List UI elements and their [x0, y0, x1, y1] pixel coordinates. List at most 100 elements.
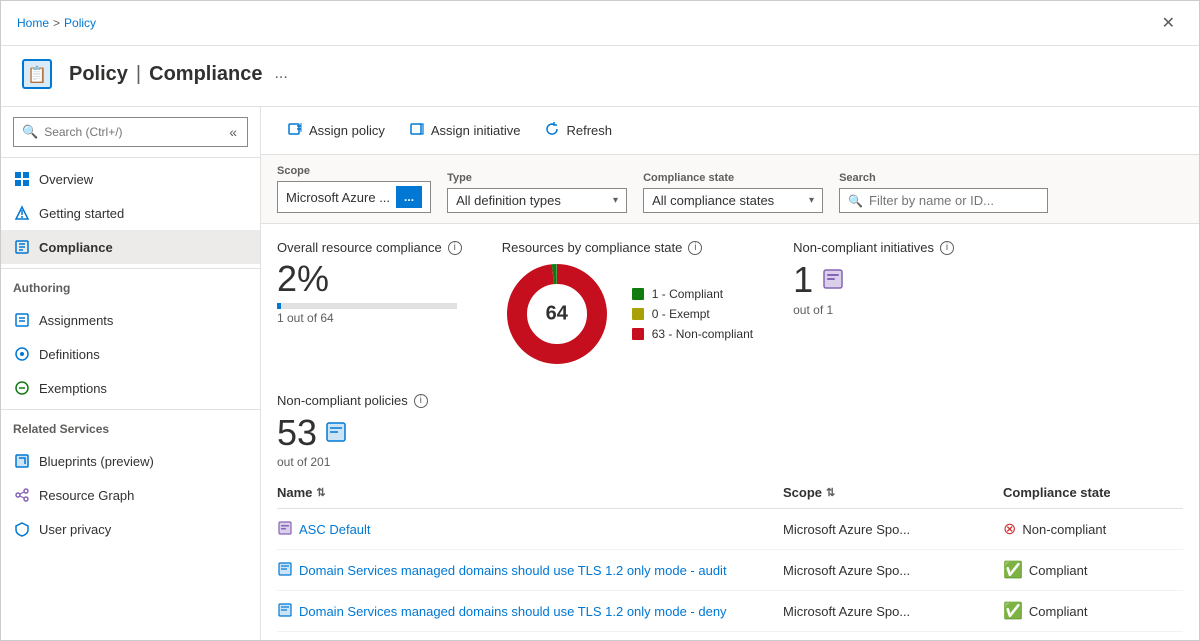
breadcrumb: Home > Policy: [17, 16, 96, 30]
assign-initiative-button[interactable]: Assign initiative: [399, 115, 531, 146]
legend-exempt-dot: [632, 308, 644, 320]
legend-compliant-label: 1 - Compliant: [652, 287, 723, 301]
initiatives-info-icon[interactable]: i: [940, 241, 954, 255]
assign-initiative-label: Assign initiative: [431, 123, 521, 138]
sidebar-item-overview[interactable]: Overview: [1, 162, 260, 196]
compliance-state-value: All compliance states: [652, 193, 805, 208]
compliance-state-dropdown[interactable]: All compliance states ▾: [643, 188, 823, 213]
user-privacy-icon: [13, 520, 31, 538]
sidebar-item-label-getting-started: Getting started: [39, 206, 124, 221]
donut-chart-card: Resources by compliance state i: [502, 240, 753, 369]
policies-value: 53: [277, 412, 1183, 454]
overall-compliance-percent: 2%: [277, 259, 462, 299]
sidebar-item-blueprints[interactable]: Blueprints (preview): [1, 444, 260, 478]
getting-started-icon: [13, 204, 31, 222]
related-nav: Blueprints (preview) Resource Graph User…: [1, 440, 260, 550]
sidebar-item-getting-started[interactable]: Getting started: [1, 196, 260, 230]
content-area: Assign policy Assign initiative Refresh: [261, 107, 1199, 640]
donut-info-icon[interactable]: i: [688, 241, 702, 255]
type-filter: Type All definition types ▾: [447, 172, 627, 213]
initiatives-card: Non-compliant initiatives i 1 out of 1: [793, 240, 954, 317]
sidebar-search-box: 🔍 «: [1, 107, 260, 158]
row2-icon: [277, 561, 293, 580]
resource-graph-icon: [13, 486, 31, 504]
breadcrumb-policy[interactable]: Policy: [64, 16, 96, 30]
row3-scope-cell: Microsoft Azure Spo...: [783, 604, 1003, 619]
policies-num: 53: [277, 412, 317, 454]
compliance-state-filter: Compliance state All compliance states ▾: [643, 172, 823, 213]
sidebar-item-label-resource-graph: Resource Graph: [39, 488, 134, 503]
row1-icon: [277, 520, 293, 539]
policy-icon: 📋: [17, 54, 57, 94]
row3-status-icon: ✅: [1003, 601, 1023, 621]
svg-text:📋: 📋: [27, 65, 47, 84]
row2-scope-cell: Microsoft Azure Spo...: [783, 563, 1003, 578]
row1-name-link[interactable]: ASC Default: [299, 522, 371, 537]
scope-more-button[interactable]: ...: [396, 186, 422, 208]
breadcrumb-home[interactable]: Home: [17, 16, 49, 30]
legend-noncompliant: 63 - Non-compliant: [632, 327, 753, 341]
assignments-icon: [13, 311, 31, 329]
sidebar-item-compliance[interactable]: Compliance: [1, 230, 260, 264]
ellipsis-button[interactable]: ...: [274, 65, 287, 83]
sidebar-item-assignments[interactable]: Assignments: [1, 303, 260, 337]
page-title: Policy: [69, 63, 128, 86]
sidebar-item-label-user-privacy: User privacy: [39, 522, 111, 537]
type-dropdown[interactable]: All definition types ▾: [447, 188, 627, 213]
sidebar-search-input[interactable]: [44, 125, 221, 139]
table-row: ASC Default Microsoft Azure Spo... ⊗ Non…: [277, 509, 1183, 550]
donut-chart-title: Resources by compliance state i: [502, 240, 753, 255]
page-title-separator: |: [136, 63, 141, 86]
blueprints-icon: [13, 452, 31, 470]
overall-progress-bar: [277, 303, 457, 309]
sidebar: 🔍 « Overview Getting started: [1, 107, 261, 640]
page-header: 📋 Policy | Compliance ...: [1, 46, 1199, 107]
assign-policy-button[interactable]: Assign policy: [277, 115, 395, 146]
sidebar-item-user-privacy[interactable]: User privacy: [1, 512, 260, 546]
row2-status-cell: ✅ Compliant: [1003, 560, 1183, 580]
donut-center-value: 64: [546, 303, 568, 326]
refresh-button[interactable]: Refresh: [534, 115, 622, 146]
sidebar-item-resource-graph[interactable]: Resource Graph: [1, 478, 260, 512]
assign-policy-label: Assign policy: [309, 123, 385, 138]
scope-input[interactable]: Microsoft Azure ... ...: [277, 181, 431, 213]
close-button[interactable]: ✕: [1154, 9, 1183, 37]
filters-row: Scope Microsoft Azure ... ... Type All d…: [261, 155, 1199, 224]
search-filter-input-wrapper[interactable]: 🔍: [839, 188, 1048, 213]
table-row: Domain Services managed domains should u…: [277, 550, 1183, 591]
sidebar-item-label-exemptions: Exemptions: [39, 381, 107, 396]
collapse-sidebar-button[interactable]: «: [227, 122, 239, 142]
row1-status-value: Non-compliant: [1022, 522, 1106, 537]
initiatives-icon: [821, 267, 845, 294]
row3-name-link[interactable]: Domain Services managed domains should u…: [299, 604, 727, 619]
row3-icon: [277, 602, 293, 621]
search-filter-input[interactable]: [869, 193, 1039, 208]
compliance-state-label: Compliance state: [643, 172, 823, 184]
row1-name-cell: ASC Default: [277, 520, 783, 539]
initiatives-num: 1: [793, 259, 813, 301]
sidebar-item-exemptions[interactable]: Exemptions: [1, 371, 260, 405]
search-filter-label: Search: [839, 172, 1048, 184]
row2-name-link[interactable]: Domain Services managed domains should u…: [299, 563, 727, 578]
definitions-icon: [13, 345, 31, 363]
col-scope-header[interactable]: Scope ⇅: [783, 485, 1003, 500]
donut-legend: 1 - Compliant 0 - Exempt 63 - Non-compli…: [632, 287, 753, 341]
row1-status-cell: ⊗ Non-compliant: [1003, 519, 1183, 539]
type-label: Type: [447, 172, 627, 184]
toolbar: Assign policy Assign initiative Refresh: [261, 107, 1199, 155]
legend-compliant-dot: [632, 288, 644, 300]
sidebar-item-definitions[interactable]: Definitions: [1, 337, 260, 371]
compliance-icon: [13, 238, 31, 256]
policies-info-icon[interactable]: i: [414, 394, 428, 408]
row1-scope-value: Microsoft Azure Spo...: [783, 522, 910, 537]
donut-chart: 64: [502, 259, 612, 369]
col-status-header: Compliance state: [1003, 485, 1183, 500]
assign-initiative-icon: [409, 121, 425, 140]
sidebar-search-wrapper[interactable]: 🔍 «: [13, 117, 248, 147]
overall-compliance-info-icon[interactable]: i: [448, 241, 462, 255]
col-name-header[interactable]: Name ⇅: [277, 485, 783, 500]
exemptions-icon: [13, 379, 31, 397]
row3-scope-value: Microsoft Azure Spo...: [783, 604, 910, 619]
main-nav: Overview Getting started Compliance: [1, 158, 260, 268]
main-layout: 🔍 « Overview Getting started: [1, 107, 1199, 640]
